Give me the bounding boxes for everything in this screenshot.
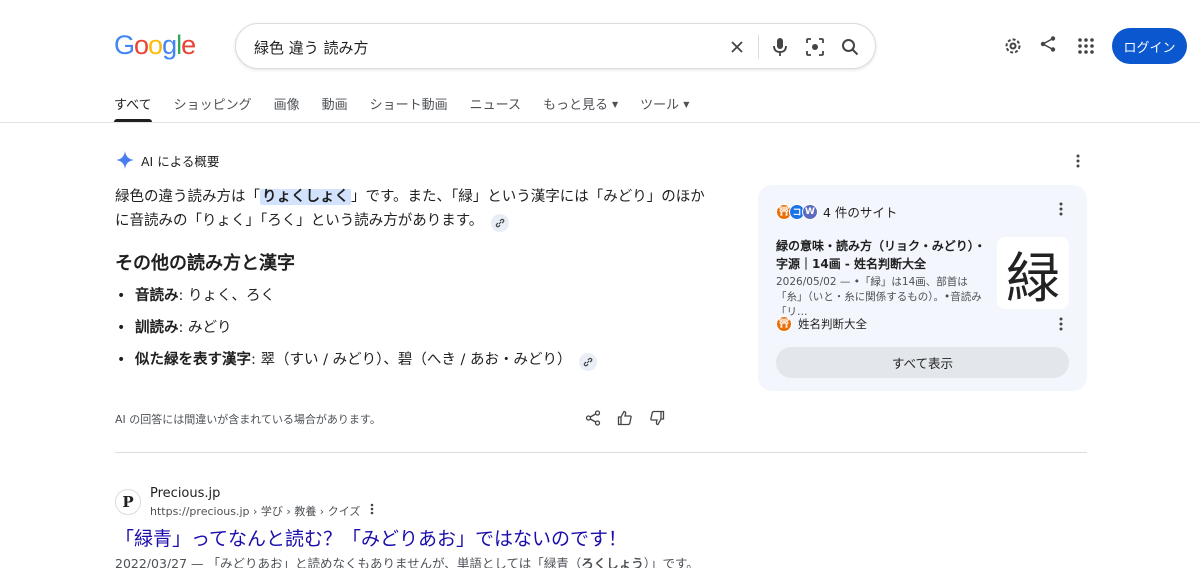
- ai-highlight: りょくしょく: [260, 189, 351, 205]
- sources-panel: ⛩ コ W 4 件のサイト 緑の意味・読み方（リョク・みどり）・字源｜14画 -…: [758, 185, 1087, 391]
- list-text: : みどり: [178, 320, 232, 336]
- source-snippet: 2026/05/02 — •「緑」は14画、部首は「糸」（いと・糸に関係するもの…: [776, 276, 982, 318]
- list-item: 音読み: りょく、ろく: [115, 284, 597, 316]
- ai-bullet-list: 音読み: りょく、ろく 訓読み: みどり 似た緑を表す漢字: 翠（すい / みど…: [115, 284, 598, 380]
- list-term: 似た緑を表す漢字: [135, 352, 251, 368]
- snippet-text: 2022/03/27 — 「みどりあお」と読めなくもありませんが、単語としては「…: [115, 556, 582, 568]
- tabs-divider: [0, 122, 1200, 123]
- ai-text: 緑色の違う読み方は「: [115, 189, 260, 205]
- search-input[interactable]: 緑色 違う 読み方: [254, 37, 369, 58]
- result-more-icon[interactable]: [370, 503, 374, 518]
- result-url-text: https://precious.jp › 学び › 教養 › クイズ: [150, 505, 361, 518]
- source-more-icon[interactable]: [1054, 314, 1068, 334]
- citation-link-icon[interactable]: [579, 353, 598, 371]
- source-site-name: 姓名判断大全: [798, 317, 867, 331]
- ai-overview-title: AI による概要: [141, 153, 220, 169]
- tab-more[interactable]: もっと見る ▼: [543, 94, 618, 122]
- thumbs-down-icon[interactable]: [647, 408, 667, 428]
- search-tabs: すべて ショッピング 画像 動画 ショート動画 ニュース もっと見る ▼ ツール ▼: [114, 94, 711, 122]
- tab-label: 画像: [273, 98, 300, 113]
- lens-icon[interactable]: [804, 36, 826, 58]
- site-favicon-icon: W: [802, 203, 818, 220]
- ai-text: に音読みの「りょく」「ろく」という読み方があります。: [115, 213, 484, 229]
- tab-news[interactable]: ニュース: [470, 94, 521, 122]
- result-site-name[interactable]: Precious.jp: [150, 486, 220, 501]
- google-logo[interactable]: Google: [114, 30, 196, 61]
- login-button[interactable]: ログイン: [1112, 28, 1187, 64]
- source-thumbnail[interactable]: 緑: [997, 237, 1069, 310]
- torii-favicon-icon: ⛩: [776, 316, 792, 332]
- result-title-link[interactable]: 「緑青」ってなんと読む？「みどりあお」ではないのです！: [115, 524, 627, 551]
- citation-link-icon[interactable]: [491, 214, 510, 232]
- caret-down-icon: ▼: [683, 100, 690, 109]
- sources-header[interactable]: ⛩ コ W 4 件のサイト: [776, 202, 897, 221]
- settings-icon[interactable]: [1001, 34, 1025, 58]
- tab-videos[interactable]: 動画: [322, 94, 348, 122]
- tab-label: ショート動画: [369, 98, 448, 113]
- ai-overview-header: AI による概要: [115, 150, 219, 170]
- ai-overview-paragraph: 緑色の違う読み方は「 りょくしょく 」です。また、「緑」という漢字には「みどり」のほ…: [115, 185, 705, 233]
- snippet-text: ）」です。: [643, 556, 699, 568]
- microphone-icon[interactable]: [769, 36, 791, 58]
- section-divider: [115, 452, 1087, 453]
- result-url[interactable]: https://precious.jp › 学び › 教養 › クイズ: [150, 503, 374, 519]
- show-all-button[interactable]: すべて表示: [776, 347, 1069, 378]
- tab-label: ショッピング: [173, 98, 252, 113]
- tab-label: ツール: [640, 98, 680, 113]
- tab-tools[interactable]: ツール ▼: [640, 94, 689, 122]
- list-text: : 翠（すい / みどり）、碧（へき / あお・みどり）: [251, 352, 572, 368]
- thumbs-up-icon[interactable]: [615, 408, 635, 428]
- result-snippet: 2022/03/27 — 「みどりあお」と読めなくもありませんが、単語としては「…: [115, 553, 699, 568]
- source-site[interactable]: ⛩ 姓名判断大全: [776, 316, 867, 332]
- search-icon[interactable]: [839, 36, 861, 58]
- list-text: : りょく、ろく: [178, 288, 276, 304]
- list-item: 訓読み: みどり: [115, 316, 597, 348]
- list-item: 似た緑を表す漢字: 翠（すい / みどり）、碧（へき / あお・みどり）: [115, 348, 598, 380]
- list-term: 訓読み: [135, 320, 179, 336]
- tab-label: もっと見る: [543, 98, 609, 113]
- tab-label: ニュース: [469, 98, 521, 113]
- search-divider: [758, 35, 759, 59]
- share-icon[interactable]: [583, 408, 603, 428]
- result-favicon[interactable]: P: [115, 489, 141, 515]
- source-favicons: ⛩ コ W: [776, 203, 818, 220]
- ai-disclaimer: AI の回答には間違いが含まれている場合があります。: [115, 413, 381, 426]
- gemini-sparkle-icon: [116, 151, 134, 169]
- snippet-bold: ろくしょう: [581, 556, 644, 568]
- tab-shopping[interactable]: ショッピング: [174, 94, 252, 122]
- tab-short-videos[interactable]: ショート動画: [370, 94, 448, 122]
- ai-subheading: その他の読み方と漢字: [115, 253, 295, 274]
- tab-all[interactable]: すべて: [114, 94, 152, 122]
- tab-label: 動画: [321, 98, 348, 113]
- source-title[interactable]: 緑の意味・読み方（リョク・みどり）・字源｜14画 - 姓名判断大全: [776, 237, 991, 273]
- list-term: 音読み: [135, 288, 179, 304]
- apps-icon[interactable]: [1074, 34, 1098, 58]
- tab-label: すべて: [114, 98, 152, 113]
- ai-overview-more-icon[interactable]: [1071, 151, 1085, 171]
- caret-down-icon: ▼: [612, 100, 619, 109]
- share-icon[interactable]: [1036, 32, 1060, 56]
- sources-more-icon[interactable]: [1054, 199, 1068, 219]
- ai-text: 」です。また、「緑」という漢字には「みどり」のほか: [351, 189, 705, 205]
- clear-icon[interactable]: [726, 36, 748, 58]
- search-box[interactable]: 緑色 違う 読み方: [235, 23, 876, 69]
- tab-images[interactable]: 画像: [274, 94, 300, 122]
- sources-count: 4 件のサイト: [823, 205, 898, 220]
